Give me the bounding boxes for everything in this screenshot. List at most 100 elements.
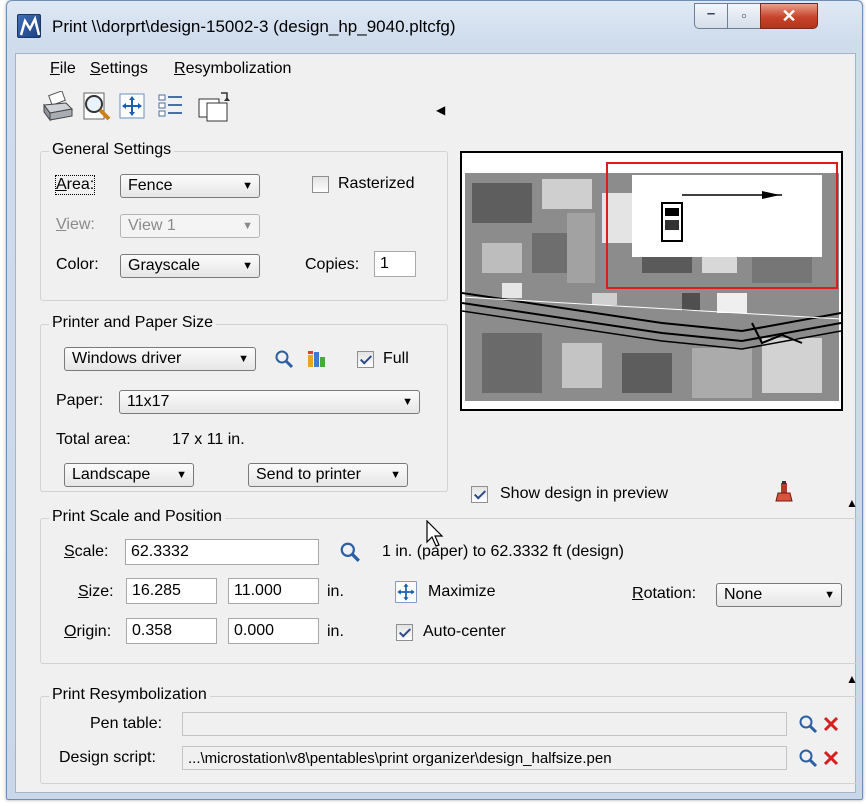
- color-label: Color:: [56, 256, 99, 273]
- print-scale-position-title: Print Scale and Position: [49, 508, 225, 526]
- print-button[interactable]: [40, 88, 74, 126]
- resymbolization-expand-arrow-icon[interactable]: ▲: [846, 672, 858, 686]
- paper-label: Paper:: [56, 392, 104, 409]
- scale-label: Scale:: [64, 543, 109, 560]
- print-scale-position-group: Print Scale and Position Scale: 62.3332 …: [40, 508, 860, 664]
- orientation-value: Landscape: [72, 466, 151, 483]
- destination-dropdown[interactable]: Send to printer ▼: [248, 463, 408, 487]
- area-dropdown[interactable]: Fence ▼: [120, 174, 260, 198]
- printer-driver-dropdown[interactable]: Windows driver ▼: [64, 347, 256, 371]
- copies-input[interactable]: 1: [374, 251, 416, 277]
- chevron-down-icon: ▼: [176, 469, 187, 481]
- chevron-down-icon: ▼: [242, 260, 253, 272]
- paper-value: 11x17: [127, 393, 170, 410]
- pen-table-input[interactable]: [182, 712, 787, 736]
- microstation-app-icon: [17, 14, 41, 38]
- maximize-label: Maximize: [428, 583, 496, 600]
- area-value: Fence: [128, 177, 173, 194]
- pen-table-search-icon[interactable]: [798, 714, 818, 734]
- show-design-label: Show design in preview: [500, 485, 669, 502]
- pen-table-label: Pen table:: [90, 715, 163, 732]
- scale-search-icon[interactable]: [339, 541, 361, 563]
- minimize-button[interactable]: –: [694, 3, 728, 29]
- printer-driver-value: Windows driver: [72, 350, 182, 367]
- view-label: View:: [56, 216, 95, 233]
- paper-dropdown[interactable]: 11x17 ▼: [119, 390, 420, 414]
- destination-value: Send to printer: [256, 466, 361, 483]
- maximize-size-button[interactable]: [393, 579, 419, 605]
- size-height-input[interactable]: 11.000: [228, 578, 319, 604]
- rasterized-checkbox[interactable]: [312, 176, 329, 193]
- rotation-label: Rotation:: [632, 585, 697, 602]
- chevron-down-icon: ▼: [242, 220, 253, 232]
- show-design-checkbox[interactable]: [471, 486, 488, 503]
- close-icon: ✕: [781, 6, 797, 26]
- dialog-client-area: File Settings Resymbolization ◀ General …: [15, 53, 860, 793]
- menu-bar: File Settings Resymbolization: [16, 56, 855, 82]
- rotation-value: None: [724, 586, 763, 603]
- general-settings-group: General Settings Area: Fence ▼ Rasterize…: [40, 141, 448, 301]
- auto-center-checkbox[interactable]: [396, 624, 413, 641]
- preview-button[interactable]: [80, 88, 114, 126]
- menu-file[interactable]: File: [50, 60, 76, 78]
- origin-x-input[interactable]: 0.358: [126, 618, 217, 644]
- design-script-label: Design script:: [59, 749, 156, 766]
- printer-properties-icon[interactable]: [306, 349, 326, 369]
- design-script-clear-icon[interactable]: [822, 749, 840, 767]
- copies-label: Copies:: [305, 256, 360, 273]
- menu-settings[interactable]: Settings: [90, 60, 148, 78]
- orientation-dropdown[interactable]: Landscape ▼: [64, 463, 194, 487]
- maximize-icon: ▫: [741, 8, 747, 23]
- printer-search-icon[interactable]: [274, 349, 294, 369]
- maximize-icon: [395, 581, 417, 603]
- chevron-down-icon: ▼: [238, 353, 249, 365]
- printer-paper-group: Printer and Paper Size Windows driver ▼ …: [40, 314, 448, 492]
- view-value: View 1: [128, 217, 176, 234]
- color-value: Grayscale: [128, 257, 201, 274]
- close-button[interactable]: ✕: [760, 3, 818, 29]
- origin-label: Origin:: [64, 623, 112, 640]
- preview-magnifier-icon: [83, 92, 111, 121]
- copy-button[interactable]: [196, 88, 230, 126]
- toolbar-collapse-arrow-icon[interactable]: ◀: [436, 103, 445, 117]
- pen-table-clear-icon[interactable]: [822, 715, 840, 733]
- preview-expand-arrow-icon[interactable]: ▲: [846, 496, 858, 510]
- general-settings-title: General Settings: [49, 141, 175, 159]
- full-checkbox[interactable]: [357, 351, 374, 368]
- color-dropdown[interactable]: Grayscale ▼: [120, 254, 260, 278]
- menu-resymbolization[interactable]: Resymbolization: [174, 60, 291, 78]
- origin-unit-label: in.: [327, 623, 344, 640]
- mouse-cursor-icon: [426, 520, 444, 547]
- chevron-down-icon: ▼: [824, 589, 835, 601]
- aerial-design-preview-image: [462, 153, 841, 409]
- chevron-down-icon: ▼: [390, 469, 401, 481]
- design-script-search-icon[interactable]: [798, 748, 818, 768]
- scale-description: 1 in. (paper) to 62.3332 ft (design): [382, 543, 624, 560]
- toolbar: [40, 88, 460, 128]
- printer-paper-title: Printer and Paper Size: [49, 314, 216, 332]
- chevron-down-icon: ▼: [402, 396, 413, 408]
- print-dialog-window: Print \\dorprt\design-15002-3 (design_hp…: [6, 0, 863, 800]
- size-unit-label: in.: [327, 583, 344, 600]
- auto-center-label: Auto-center: [423, 623, 506, 640]
- title-bar[interactable]: Print \\dorprt\design-15002-3 (design_hp…: [7, 1, 862, 53]
- window-title: Print \\dorprt\design-15002-3 (design_hp…: [52, 17, 456, 36]
- rotation-dropdown[interactable]: None ▼: [716, 583, 842, 607]
- print-resymbolization-group: Print Resymbolization Pen table: Design …: [40, 686, 860, 784]
- printer-icon: [43, 91, 74, 122]
- print-preview[interactable]: [460, 151, 843, 411]
- size-width-input[interactable]: 16.285: [126, 578, 217, 604]
- pen-icon[interactable]: [774, 481, 794, 503]
- full-label: Full: [383, 350, 409, 367]
- size-label: Size:: [78, 583, 114, 600]
- copy-icon: [198, 92, 230, 122]
- origin-y-input[interactable]: 0.000: [228, 618, 319, 644]
- view-dropdown[interactable]: View 1 ▼: [120, 214, 260, 238]
- scale-input[interactable]: 62.3332: [125, 539, 319, 565]
- maximize-button[interactable]: ▫: [727, 3, 761, 29]
- rasterized-label: Rasterized: [338, 175, 415, 192]
- fit-icon: [119, 93, 145, 119]
- design-script-input[interactable]: ...\microstation\v8\pentables\print orga…: [182, 746, 787, 770]
- list-button[interactable]: [154, 88, 188, 126]
- fit-button[interactable]: [116, 88, 150, 126]
